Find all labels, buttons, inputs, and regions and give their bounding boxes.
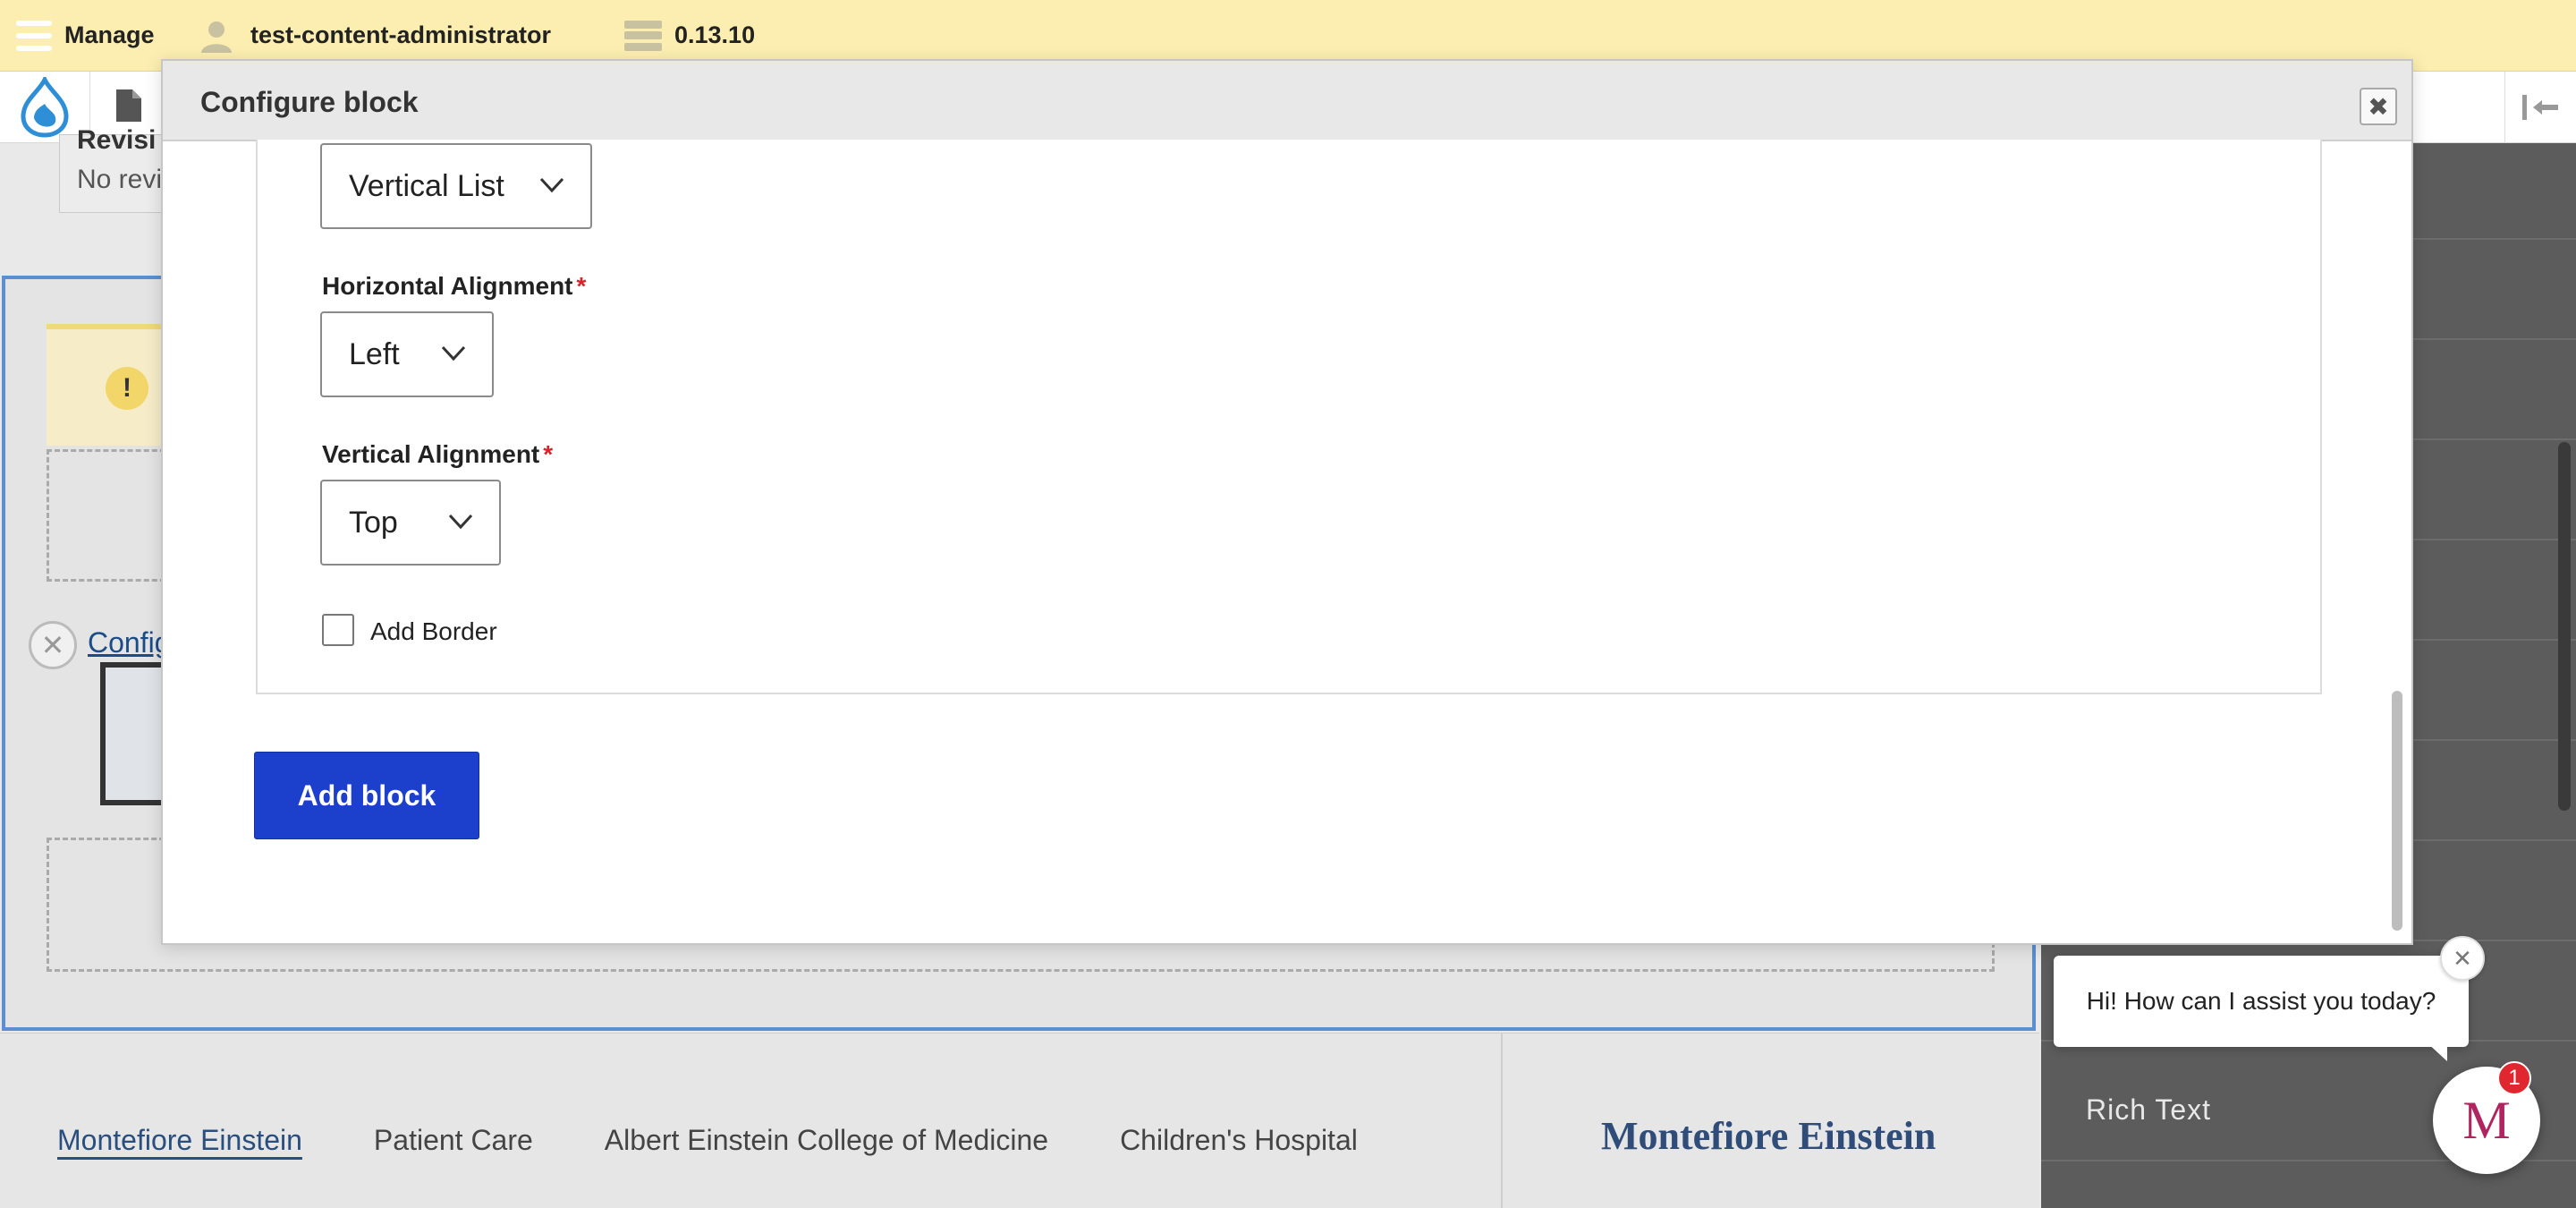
chevron-down-icon: [441, 345, 466, 362]
chevron-down-icon: [448, 514, 473, 530]
footer-brand-logo[interactable]: Montefiore Einstein: [1601, 1113, 1936, 1159]
horizontal-alignment-value: Left: [349, 336, 400, 371]
horizontal-alignment-text: Horizontal Alignment: [322, 272, 573, 300]
horizontal-alignment-label: Horizontal Alignment *: [322, 272, 586, 301]
manage-menu-button[interactable]: Manage: [16, 0, 155, 72]
required-marker: *: [543, 440, 554, 468]
chat-bubble-tail: [2426, 1042, 2447, 1061]
remove-block-icon[interactable]: ✕: [29, 621, 77, 669]
add-border-label[interactable]: Add Border: [370, 617, 497, 646]
list-style-select[interactable]: Vertical List: [320, 143, 592, 229]
document-icon[interactable]: [116, 89, 141, 122]
footer-link-patient-care[interactable]: Patient Care: [374, 1124, 533, 1157]
vertical-alignment-select[interactable]: Top: [320, 480, 501, 566]
revision-title: Revisi: [77, 125, 157, 155]
revision-text: No revi: [77, 165, 163, 194]
list-style-value: Vertical List: [349, 168, 504, 203]
warning-icon: !: [106, 367, 148, 410]
user-icon: [201, 21, 232, 53]
add-block-button[interactable]: Add block: [254, 752, 479, 839]
configure-section-link[interactable]: Config: [88, 626, 171, 659]
manage-label: Manage: [64, 21, 155, 48]
configure-block-dialog: Configure block ✖ Vertical List Horizont…: [161, 59, 2413, 945]
dialog-title: Configure block: [200, 86, 419, 118]
chat-greeting-text: Hi! How can I assist you today?: [2086, 987, 2436, 1015]
user-label: test-content-administrator: [250, 21, 552, 48]
footer-link-albert-einstein[interactable]: Albert Einstein College of Medicine: [605, 1124, 1048, 1157]
dialog-header: Configure block ✖: [163, 61, 2411, 141]
server-icon: [624, 20, 662, 51]
chat-greeting-bubble[interactable]: Hi! How can I assist you today?: [2054, 956, 2469, 1047]
chat-close-icon[interactable]: ✕: [2440, 936, 2485, 981]
sidebar-item-rich-text[interactable]: Rich Text: [2086, 1093, 2211, 1127]
toolbar-separator: [2504, 72, 2505, 143]
footer-nav: Montefiore Einstein Patient Care Albert …: [57, 1124, 1358, 1157]
vertical-alignment-label: Vertical Alignment *: [322, 440, 553, 469]
hamburger-icon: [16, 20, 52, 51]
footer-link-childrens-hospital[interactable]: Children's Hospital: [1120, 1124, 1358, 1157]
footer-link-montefiore-einstein[interactable]: Montefiore Einstein: [57, 1124, 302, 1157]
vertical-alignment-text: Vertical Alignment: [322, 440, 540, 468]
horizontal-alignment-select[interactable]: Left: [320, 311, 494, 397]
vertical-alignment-value: Top: [349, 505, 398, 540]
drupal-logo-icon[interactable]: [18, 77, 72, 138]
dialog-scrollbar[interactable]: [2392, 691, 2402, 931]
add-border-checkbox[interactable]: [322, 614, 354, 646]
collapse-sidebar-icon[interactable]: [2521, 93, 2560, 122]
sidebar-scrollbar[interactable]: [2558, 442, 2571, 811]
version-label: 0.13.10: [674, 21, 756, 48]
close-icon[interactable]: ✖: [2360, 88, 2397, 125]
footer-divider: [1501, 1033, 1503, 1208]
chevron-down-icon: [539, 177, 564, 193]
chat-notification-badge: 1: [2497, 1061, 2531, 1095]
required-marker: *: [576, 272, 587, 300]
